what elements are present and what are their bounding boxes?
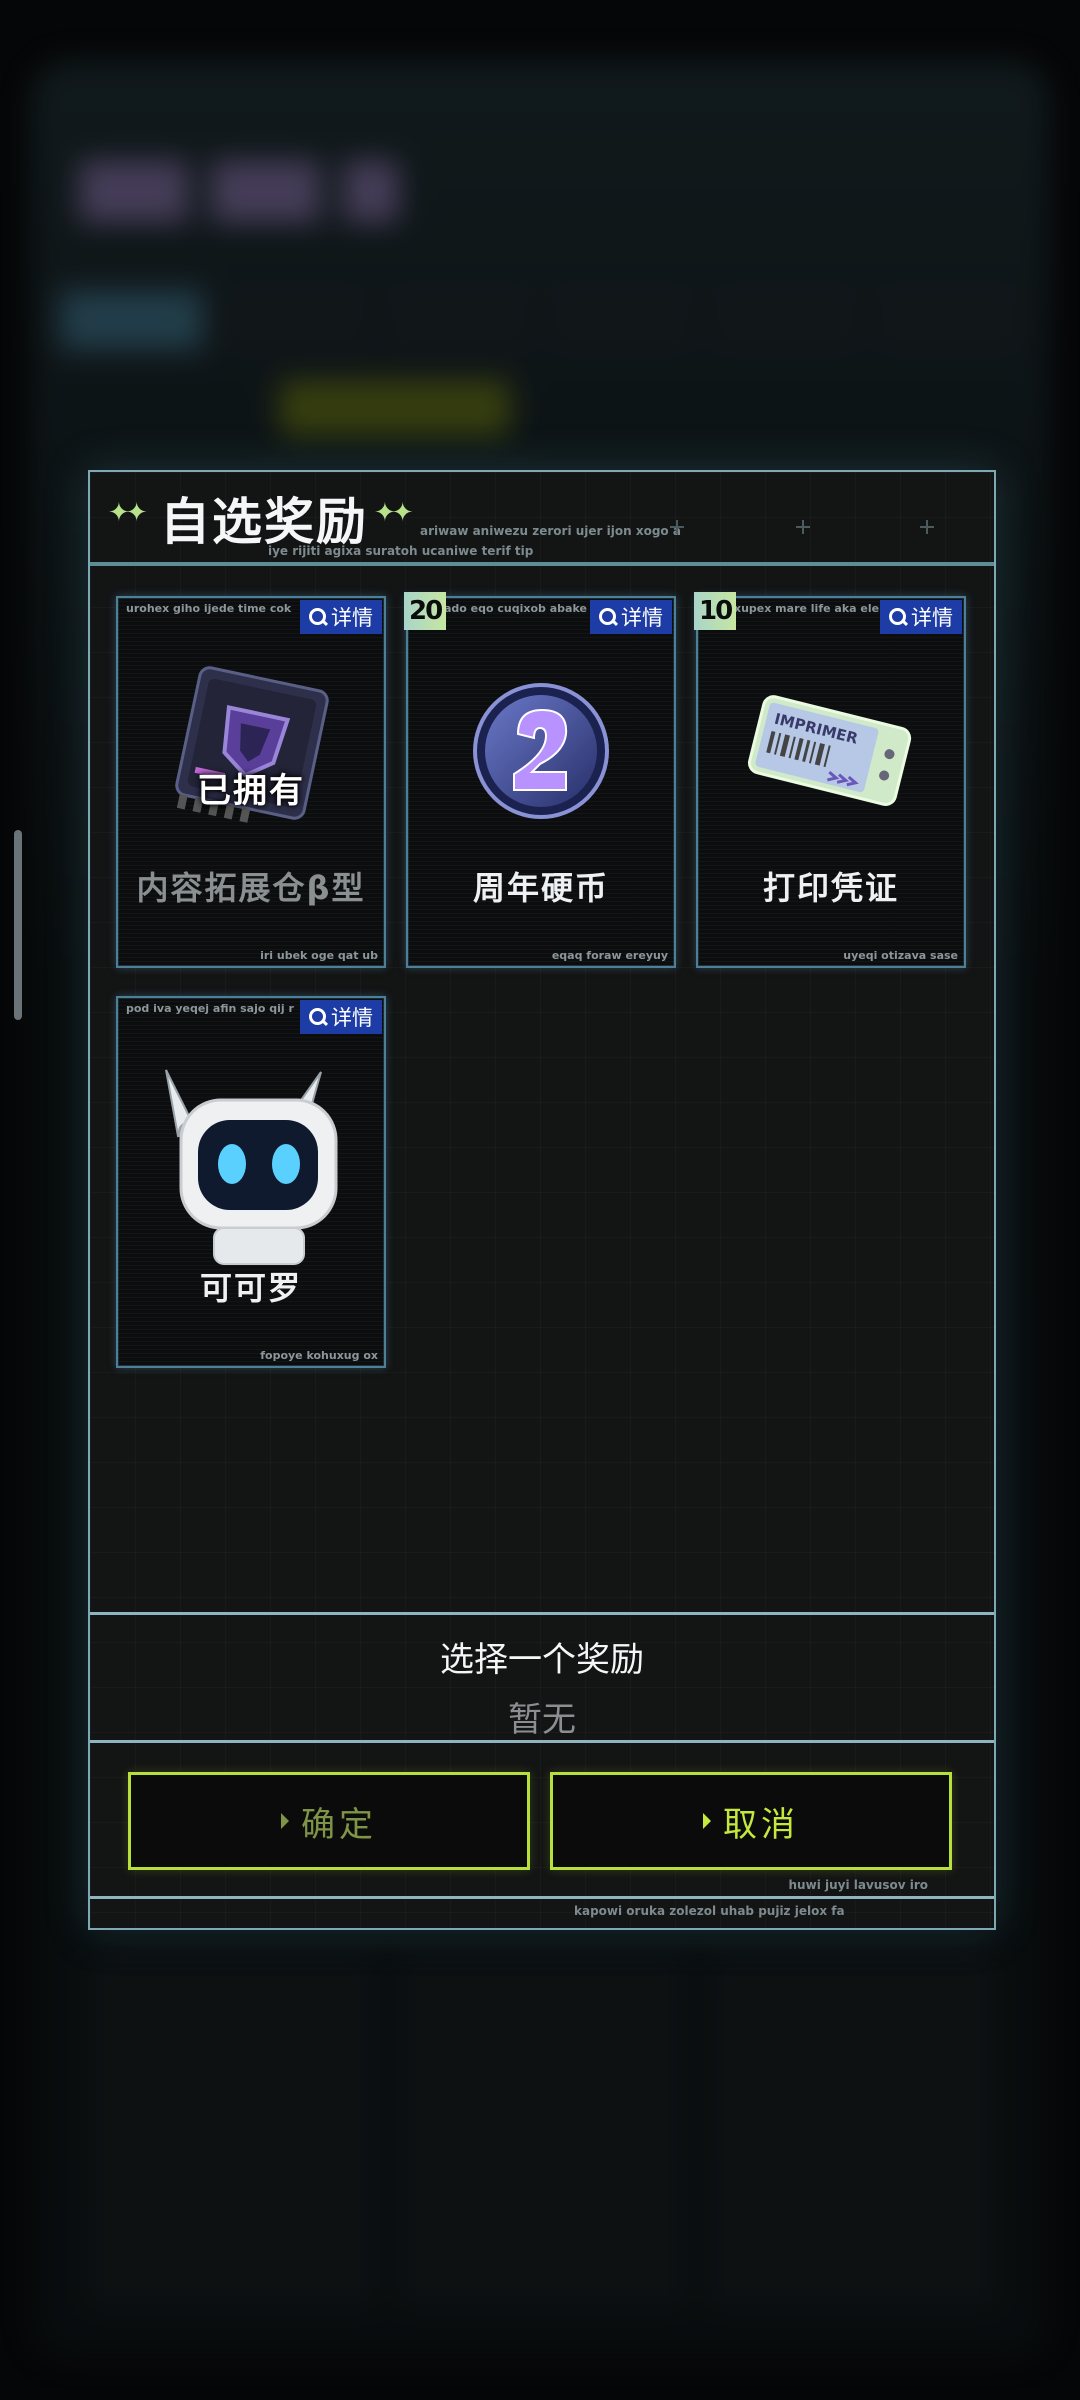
- header-decor-text: iye rijiti agixa suratoh ucaniwe terif t…: [268, 544, 534, 558]
- confirm-button[interactable]: 确定: [128, 1772, 530, 1870]
- detail-button[interactable]: 详情: [300, 600, 382, 634]
- card-decor-text: urohex giho ijede time cok: [126, 602, 292, 615]
- footer-decor-text: kapowi oruka zolezol uhab pujiz jelox fa: [574, 1904, 845, 1918]
- anniversary-coin-icon: [473, 683, 609, 819]
- card-decor-text: uyeqi otizava sase: [843, 949, 958, 962]
- background-scroll-indicator: [14, 830, 22, 1020]
- divider: [90, 1740, 994, 1743]
- select-prompt: 选择一个奖励: [440, 1640, 644, 1680]
- quantity-badge: 10: [694, 592, 737, 630]
- play-arrow-icon: [703, 1813, 711, 1829]
- card-decor-text: eqaq foraw ereyuy: [551, 949, 668, 962]
- cancel-button[interactable]: 取消: [550, 1772, 952, 1870]
- divider: [90, 1612, 994, 1615]
- background-title-shape: ▆▆ ▆▆ ▆: [80, 140, 398, 222]
- detail-button-label: 详情: [331, 606, 373, 630]
- reward-card[interactable]: urohex giho ijede time cok 详情 已拥有 内容拓展仓β…: [116, 596, 386, 968]
- cross-decor-icon: [920, 520, 934, 534]
- background-card: [90, 1960, 374, 2304]
- card-decor-text: xupex mare life aka ele: [734, 602, 880, 615]
- detail-button-label: 详情: [331, 1006, 373, 1030]
- owned-label: 已拥有: [197, 771, 305, 811]
- print-ticket-icon: IMPRIMER: [747, 695, 912, 806]
- reward-name: 打印凭证: [762, 869, 899, 907]
- detail-button[interactable]: 详情: [300, 1000, 382, 1034]
- sparkle-right-icon: ✦✦: [374, 498, 414, 528]
- dialog-header: ✦✦ 自选奖励 ✦✦ ariwaw aniwezu zerori ujer ij…: [90, 472, 994, 566]
- reward-name: 周年硬币: [472, 869, 609, 907]
- button-decor-text: huwi juyi lavusov iro: [788, 1878, 928, 1892]
- sparkle-left-icon: ✦✦: [108, 498, 148, 528]
- detail-button[interactable]: 详情: [590, 600, 672, 634]
- background-pill: [280, 380, 510, 436]
- cancel-button-label: 取消: [723, 1804, 799, 1845]
- reward-card[interactable]: ado eqo cuqixob abake 详情 周年硬币 eqaq foraw…: [406, 596, 676, 968]
- background-card: [400, 1960, 684, 2304]
- selected-value: 暂无: [508, 1700, 576, 1740]
- reward-name: 可可罗: [199, 1269, 302, 1307]
- cross-decor-icon: [796, 520, 810, 534]
- play-arrow-icon: [281, 1813, 289, 1829]
- detail-button-label: 详情: [911, 606, 953, 630]
- card-decor-text: fopoye kohuxug ox: [260, 1349, 378, 1362]
- reward-card[interactable]: xupex mare life aka ele 详情 IMPRIMER 打印凭证…: [696, 596, 966, 968]
- divider: [90, 1896, 994, 1899]
- cross-decor-icon: [670, 520, 684, 534]
- detail-button[interactable]: 详情: [880, 600, 962, 634]
- reward-name: 内容拓展仓β型: [136, 869, 366, 907]
- magnifier-icon: [599, 608, 617, 626]
- magnifier-icon: [309, 1008, 327, 1026]
- card-decor-text: ado eqo cuqixob abake: [444, 602, 587, 615]
- reward-select-dialog: ✦✦ 自选奖励 ✦✦ ariwaw aniwezu zerori ujer ij…: [88, 470, 996, 1930]
- background-card: [710, 1960, 994, 2304]
- magnifier-icon: [889, 608, 907, 626]
- header-decor-text: ariwaw aniwezu zerori ujer ijon xogo a: [420, 524, 681, 538]
- magnifier-icon: [309, 608, 327, 626]
- robot-mascot-icon: [165, 1069, 338, 1265]
- reward-card[interactable]: pod iva yeqej afin sajo qij r 详情 可可罗 fop…: [116, 996, 386, 1368]
- card-decor-text: iri ubek oge qat ub: [260, 949, 378, 962]
- confirm-button-label: 确定: [301, 1804, 377, 1845]
- quantity-badge: 20: [404, 592, 447, 630]
- background-tabs: [60, 290, 1020, 350]
- card-decor-text: pod iva yeqej afin sajo qij r: [126, 1002, 294, 1015]
- detail-button-label: 详情: [621, 606, 663, 630]
